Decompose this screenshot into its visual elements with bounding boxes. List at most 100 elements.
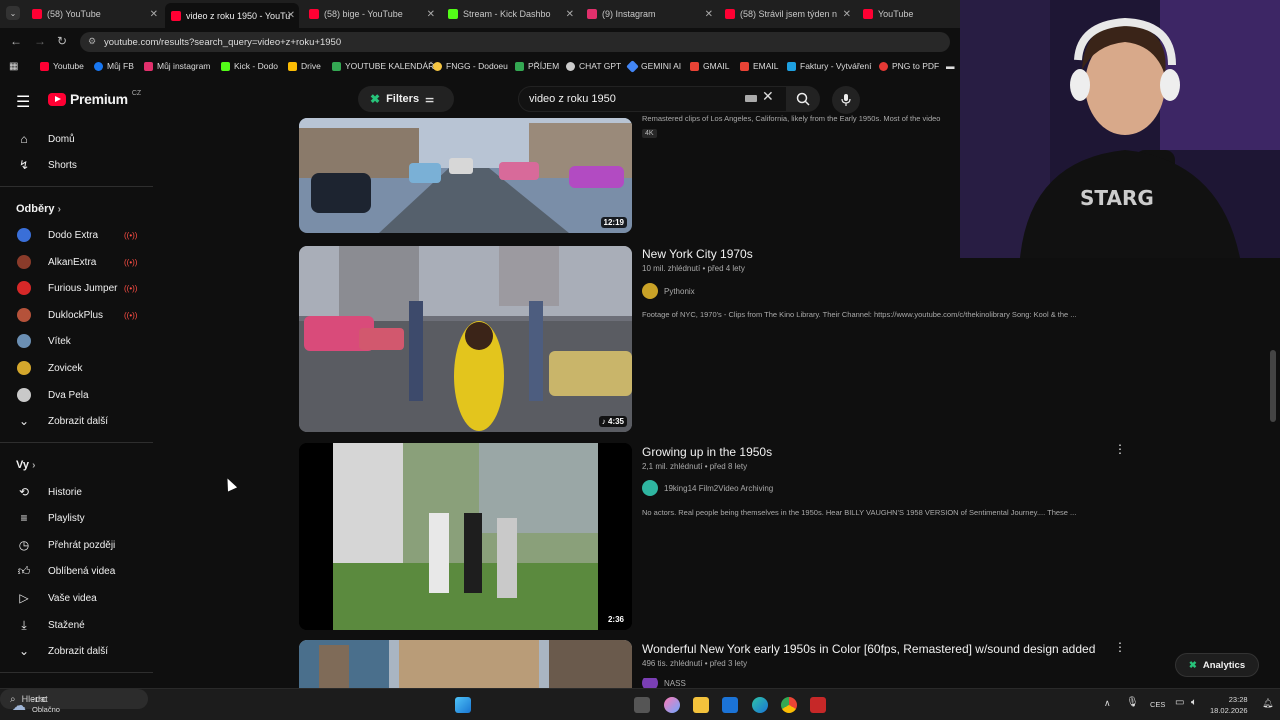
edge-icon[interactable] [752,697,768,713]
bookmark-instagram[interactable]: Můj instagram [144,61,210,71]
video-title[interactable]: Growing up in the 1950s [642,445,772,459]
bookmark-calendar[interactable]: YOUTUBE KALENDÁŘ [332,61,434,71]
bookmarks-overflow-icon[interactable]: ▬ [946,61,955,71]
video-icon: ▷ [19,591,29,605]
browser-tab[interactable]: (58) Strávil jsem týden n ✕ [719,3,855,25]
forward-icon[interactable]: → [34,34,46,48]
video-title[interactable]: New York City 1970s [642,247,753,261]
keyboard-icon[interactable] [745,95,757,102]
subscription-item[interactable]: Furious Jumper ((•)) [0,275,153,301]
close-tab-icon[interactable]: ✕ [287,10,295,21]
windows-start-icon[interactable] [455,697,471,713]
youtube-favicon-icon [32,9,42,19]
sidebar-item-playlists[interactable]: ≡ Playlisty [0,505,153,531]
bookmark-png-pdf[interactable]: PNG to PDF [879,61,939,71]
browser-tab[interactable]: (58) YouTube ✕ [26,3,162,25]
sidebar-item-home[interactable]: ⌂ Domů [0,126,153,152]
instagram-favicon-icon [587,9,597,19]
scrollbar-thumb[interactable] [1270,350,1276,422]
terminal-app-icon[interactable] [810,697,826,713]
voice-search-button[interactable] [832,86,860,114]
bookmark-youtube[interactable]: Youtube [40,61,84,71]
subscription-item[interactable]: Zovicek [0,355,153,381]
bookmark-fngg[interactable]: FNGG - Dodoeu [433,61,508,71]
show-more-you[interactable]: ⌄ Zobrazit další [0,638,153,664]
video-description: Footage of NYC, 1970's - Clips from The … [642,310,1077,319]
bookmarks-bar: ▦ Youtube Můj FB Můj instagram Kick - Do… [0,56,960,76]
bookmark-prijem[interactable]: PŘÍJEM [515,61,559,71]
microphone-tray-icon[interactable]: 🎙︎ [1126,697,1139,708]
browser-tab[interactable]: (58) bige - YouTube ✕ [303,3,439,25]
network-icon[interactable]: ▭ [1175,697,1184,708]
browser-tab[interactable]: (9) Instagram ✕ [581,3,717,25]
video-title[interactable]: Wonderful New York early 1950s in Color … [642,642,1095,656]
bookmark-chatgpt[interactable]: CHAT GPT [566,61,621,71]
bookmark-drive[interactable]: Drive [288,61,321,71]
language-indicator[interactable]: CES [1150,700,1165,709]
analytics-button[interactable]: ✖ Analytics [1175,653,1259,677]
subscription-item[interactable]: DuklockPlus ((•)) [0,302,153,328]
outlook-icon[interactable] [722,697,738,713]
sidebar-item-watch-later[interactable]: ◷ Přehrát později [0,532,153,558]
more-options-icon[interactable]: ⋮ [1114,442,1126,456]
close-tab-icon[interactable]: ✕ [427,9,435,20]
sidebar-item-history[interactable]: ⟲ Historie [0,479,153,505]
menu-icon[interactable]: ☰ [16,92,30,112]
subscription-item[interactable]: AlkanExtra ((•)) [0,249,153,275]
sidebar-item-downloads[interactable]: ⤓ Stažené [0,612,153,638]
channel-link[interactable]: 19king14 Film2Video Archiving [642,480,773,496]
bookmark-fb[interactable]: Můj FB [94,61,134,71]
volume-icon[interactable]: 🔈︎ [1191,697,1197,708]
subscription-item[interactable]: Dodo Extra ((•)) [0,222,153,248]
close-tab-icon[interactable]: ✕ [843,9,851,20]
tray-overflow-icon[interactable]: ∧ [1104,698,1111,709]
video-thumbnail[interactable]: 12:19 [299,118,632,233]
chrome-icon[interactable] [781,697,797,713]
youtube-premium-logo[interactable]: Premium CZ [48,90,141,107]
video-thumbnail[interactable]: 2:36 [299,443,632,630]
close-tab-icon[interactable]: ✕ [705,9,713,20]
subscriptions-heading[interactable]: Odběry › [16,203,61,215]
site-info-icon[interactable]: ⚙ [88,36,96,47]
system-clock[interactable]: 23:28 18.02.2026 [1210,694,1248,716]
search-button[interactable] [786,86,820,112]
bookmark-gemini[interactable]: GEMINI AI [626,59,681,73]
sidebar-item-your-videos[interactable]: ▷ Vaše videa [0,585,153,611]
browser-tab[interactable]: YouTube [857,3,957,25]
show-more-subscriptions[interactable]: ⌄ Zobrazit další [0,408,153,434]
close-tab-icon[interactable]: ✕ [566,9,574,20]
file-explorer-icon[interactable] [693,697,709,713]
clear-search-icon[interactable]: ✕ [762,88,774,105]
notifications-icon[interactable]: 🔔︎ [1262,698,1273,709]
tab-search-button[interactable]: ⌄ [6,6,20,20]
mail-icon [740,61,749,71]
video-thumbnail[interactable] [299,640,632,688]
apps-grid-icon[interactable]: ▦ [9,61,18,72]
live-indicator-icon: ((•)) [124,257,138,267]
weather-widget[interactable]: ☁ -1°C Oblačno [12,695,60,715]
you-heading[interactable]: Vy › [16,459,35,471]
kick-icon [221,61,230,71]
back-icon[interactable]: ← [10,34,22,48]
sidebar-item-liked[interactable]: 👍︎ Oblíbená videa [0,558,153,584]
subscription-item[interactable]: Vítek [0,328,153,354]
address-bar[interactable]: ⚙ youtube.com/results?search_query=video… [80,32,950,52]
filters-button[interactable]: ✖ Filters ⚌ [358,86,454,112]
more-options-icon[interactable]: ⋮ [1114,640,1126,654]
reload-icon[interactable]: ↻ [57,34,67,48]
channel-link[interactable]: NASS [642,678,686,688]
shirt-logo-text: STARG [1080,186,1154,210]
copilot-icon[interactable] [664,697,680,713]
video-thumbnail[interactable]: ♪ 4:35 [299,246,632,432]
bookmark-kick[interactable]: Kick - Dodo [221,61,278,71]
channel-link[interactable]: Pythonix [642,283,695,299]
bookmark-faktury[interactable]: Faktury - Vytváření [787,61,871,71]
browser-tab[interactable]: Stream - Kick Dashbo ✕ [442,3,578,25]
bookmark-gmail[interactable]: GMAIL [690,61,729,71]
browser-tab-active[interactable]: video z roku 1950 - YouTu ✕ [165,3,299,28]
bookmark-email[interactable]: EMAIL [740,61,779,71]
subscription-item[interactable]: Dva Pela [0,382,153,408]
sidebar-item-shorts[interactable]: ↯ Shorts [0,152,153,178]
close-tab-icon[interactable]: ✕ [150,9,158,20]
task-view-icon[interactable] [634,697,650,713]
